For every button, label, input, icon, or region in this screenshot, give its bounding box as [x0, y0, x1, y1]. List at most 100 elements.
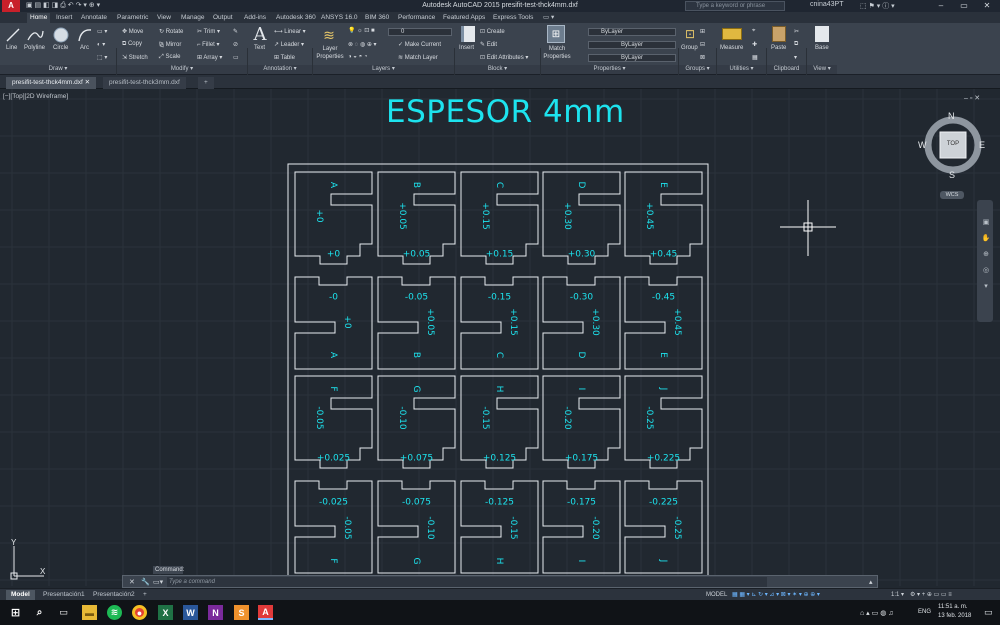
sublime-icon[interactable]: S	[234, 605, 249, 620]
copy-button[interactable]: ⧉ Copy	[122, 41, 142, 48]
linear-button[interactable]: ⟷ Linear ▾	[274, 28, 306, 35]
help-icon[interactable]: ⬚ ⚑ ▾ ⓘ ▾	[860, 1, 895, 11]
modify-extra-icons[interactable]: ✎ ⊘ ▭	[233, 28, 239, 61]
make-current-button[interactable]: ✓ Make Current	[398, 41, 441, 48]
array-button[interactable]: ⊞ Array ▾	[197, 54, 222, 61]
edit-attributes-button[interactable]: ⊡ Edit Attributes ▾	[480, 54, 528, 61]
tray-icons[interactable]: ⌂ ▴ ▭ ◍ ♫	[860, 609, 894, 617]
fillet-button[interactable]: ⌐ Fillet ▾	[197, 41, 220, 48]
layout-tab-presentacion2[interactable]: Presentación2	[88, 590, 140, 600]
navigation-bar-icons[interactable]: ▣ ✋ ⊕ ◎ ▾	[981, 215, 991, 295]
user-name[interactable]: cnina43PT	[810, 1, 843, 11]
groups-panel-label[interactable]: Groups ▾	[679, 65, 716, 74]
rotate-button[interactable]: ↻ Rotate	[159, 28, 183, 35]
file-tab-thck4mm[interactable]: presifit-test-thck4mm.dxf ✕	[6, 77, 97, 89]
tab-add-ins[interactable]: Add-ins	[241, 13, 269, 23]
layout-tab-model[interactable]: Model	[6, 590, 35, 600]
command-customize-icon[interactable]: 🔧	[141, 578, 150, 586]
scale-button[interactable]: ⤢ Scale	[159, 54, 180, 61]
properties-panel-label[interactable]: Properties ▾	[541, 65, 678, 74]
command-recent-icon[interactable]: ▭▾	[153, 578, 163, 586]
draw-panel-label[interactable]: Draw ▾	[0, 65, 116, 74]
polyline-label[interactable]: Polyline	[24, 45, 45, 51]
match-properties-icon[interactable]: ⊞	[547, 25, 565, 43]
match-properties-label[interactable]: Match Properties	[542, 45, 572, 61]
utilities-panel-label[interactable]: Utilities ▾	[717, 65, 766, 74]
command-scroll-icon[interactable]: ▴	[869, 578, 873, 586]
circle-icon[interactable]	[52, 26, 70, 44]
layer-dropdown[interactable]: 0	[388, 28, 452, 36]
utilities-tools-icons[interactable]: ⌖ ✚ ▦	[752, 28, 758, 61]
view-panel-label[interactable]: View ▾	[807, 65, 837, 74]
close-button[interactable]: ✕	[976, 0, 998, 12]
tab-featured-apps[interactable]: Featured Apps	[440, 13, 488, 23]
excel-icon[interactable]: X	[158, 605, 173, 620]
close-icon[interactable]: ✕	[85, 79, 90, 86]
status-toggle-icons[interactable]: ▦ ▦ ▾ ⊾ ↻ ▾ ⊿ ▾ ⊠ ▾ ✶ ▾ ⊕ ⊕ ▾	[732, 591, 820, 599]
annotation-panel-label[interactable]: Annotation ▾	[248, 65, 312, 74]
viewcube-top-label[interactable]: TOP	[940, 141, 966, 147]
file-explorer-icon[interactable]: ▬	[82, 605, 97, 620]
stretch-button[interactable]: ⇲ Stretch	[122, 54, 148, 61]
match-layer-button[interactable]: ≋ Match Layer	[398, 54, 438, 61]
clock-date[interactable]: 13 feb. 2018	[938, 613, 971, 619]
viewport-controls[interactable]: [−][Top][2D Wireframe]	[3, 93, 68, 100]
tab-autodesk-360[interactable]: Autodesk 360	[273, 13, 319, 23]
compass-south[interactable]: S	[949, 170, 955, 180]
tab-view[interactable]: View	[154, 13, 174, 23]
create-block-button[interactable]: ⊡ Create	[480, 28, 505, 35]
viewport-window-controls[interactable]: – ▫ ✕	[964, 94, 980, 102]
compass-east[interactable]: E	[979, 140, 985, 150]
group-label[interactable]: Group	[681, 45, 698, 51]
measure-icon[interactable]	[722, 28, 742, 40]
text-icon[interactable]: A	[252, 24, 268, 45]
group-icon[interactable]: ⊡	[683, 26, 697, 42]
tab-bim-360[interactable]: BIM 360	[362, 13, 392, 23]
paste-label[interactable]: Paste	[771, 45, 786, 51]
tab-parametric[interactable]: Parametric	[114, 13, 151, 23]
base-view-icon[interactable]	[815, 26, 829, 42]
tab-ansys[interactable]: ANSYS 16.0	[318, 13, 361, 23]
layer-isolate-icons[interactable]: ◑ ◒ ◓ ◔	[348, 54, 368, 60]
insert-block-icon[interactable]	[461, 26, 475, 42]
mirror-button[interactable]: ⧎ Mirror	[159, 41, 181, 48]
command-line[interactable]: ✕ 🔧 ▭▾ Type a command ▴	[122, 575, 878, 588]
insert-label[interactable]: Insert	[459, 45, 474, 51]
trim-button[interactable]: ✂ Trim ▾	[197, 28, 220, 35]
windows-start-icon[interactable]: ⊞	[8, 605, 23, 620]
file-tab-thck3mm[interactable]: presifit-test-thck3mm.dxf	[103, 77, 186, 89]
clipboard-tools-icons[interactable]: ✂ ⧉ ▾	[794, 28, 799, 61]
clock-time[interactable]: 11:51 a. m.	[938, 604, 968, 610]
search-input[interactable]: Type a keyword or phrase	[685, 1, 785, 11]
new-tab-button[interactable]: +	[198, 77, 214, 89]
draw-extra-icons[interactable]: ▭ ▾ ◐ ▾ ⬚ ▾	[97, 28, 107, 61]
autocad-taskbar-icon[interactable]: A	[258, 605, 273, 620]
line-icon[interactable]	[5, 27, 21, 43]
block-panel-label[interactable]: Block ▾	[455, 65, 540, 74]
group-tools-icons[interactable]: ⊞ ⊟ ⊠	[700, 28, 705, 61]
model-space-toggle[interactable]: MODEL	[706, 591, 727, 599]
lineweight-dropdown[interactable]: ByLayer	[588, 54, 676, 62]
layout-tab-presentacion1[interactable]: Presentación1	[38, 590, 90, 600]
annotation-scale[interactable]: 1:1 ▾	[891, 591, 904, 599]
base-label[interactable]: Base	[815, 45, 829, 51]
chrome-icon[interactable]: ●	[132, 605, 147, 620]
measure-label[interactable]: Measure	[720, 45, 743, 51]
layer-properties-icon[interactable]: ≋	[320, 26, 338, 44]
tab-express-tools[interactable]: Express Tools	[490, 13, 536, 23]
paste-icon[interactable]	[772, 26, 786, 42]
notifications-icon[interactable]: ▭	[984, 607, 993, 618]
task-view-icon[interactable]: ▭	[56, 605, 71, 620]
circle-label[interactable]: Circle	[53, 45, 68, 51]
layer-properties-label[interactable]: Layer Properties	[314, 45, 346, 61]
clipboard-panel-label[interactable]: Clipboard	[767, 65, 806, 74]
command-close-icon[interactable]: ✕	[129, 578, 135, 586]
command-input[interactable]: Type a command	[167, 577, 767, 587]
arc-icon[interactable]	[77, 27, 93, 43]
edit-block-button[interactable]: ✎ Edit	[480, 41, 497, 48]
tab-home[interactable]: Home	[27, 13, 51, 23]
tab-performance[interactable]: Performance	[395, 13, 438, 23]
color-dropdown[interactable]: ByLayer	[588, 28, 676, 36]
layer-state-icons[interactable]: 💡 ☼ ⊡ ■	[348, 27, 375, 34]
language-indicator[interactable]: ENG	[918, 609, 931, 615]
